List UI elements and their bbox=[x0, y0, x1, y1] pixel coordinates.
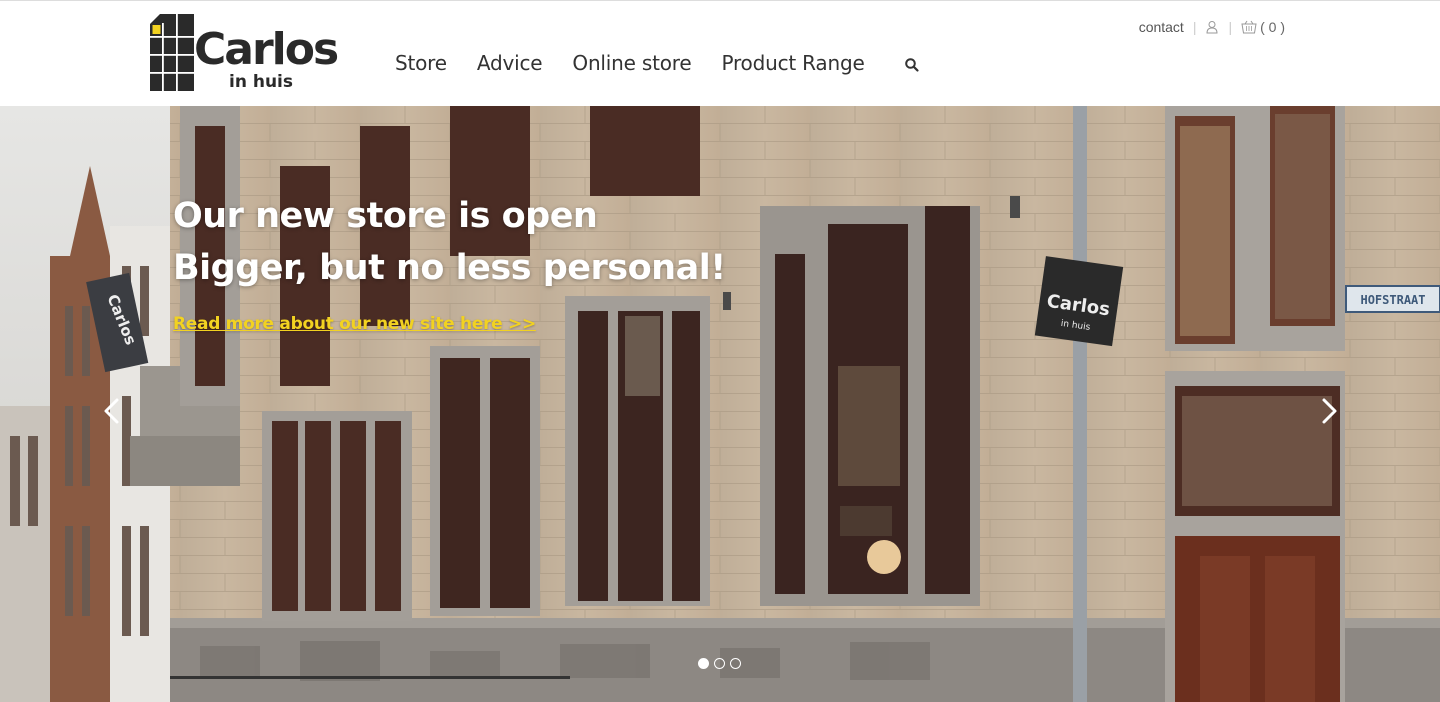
user-icon[interactable] bbox=[1205, 20, 1219, 34]
chevron-right-icon[interactable] bbox=[1314, 396, 1344, 426]
chevron-left-icon[interactable] bbox=[97, 396, 127, 426]
hero-slider: Carlos Carlos in huis HOFSTRAAT Our new … bbox=[0, 106, 1440, 702]
site-header: Carlos in huis Store Advice Online store… bbox=[0, 0, 1440, 106]
logo-sub: in huis bbox=[229, 72, 293, 92]
logo-word: Carlos bbox=[194, 24, 339, 75]
basket-icon bbox=[1241, 20, 1257, 34]
utility-bar: contact | | ( 0 ) bbox=[1139, 19, 1285, 35]
cart-button[interactable]: ( 0 ) bbox=[1241, 19, 1285, 35]
slider-dot-1[interactable] bbox=[698, 658, 709, 669]
main-nav: Store Advice Online store Product Range bbox=[395, 49, 865, 77]
read-more-link[interactable]: Read more about our new site here >> bbox=[173, 314, 536, 334]
logo-grid-icon bbox=[150, 14, 194, 91]
nav-item-advice[interactable]: Advice bbox=[477, 49, 543, 77]
separator: | bbox=[1192, 19, 1197, 35]
contact-link[interactable]: contact bbox=[1139, 19, 1184, 35]
separator: | bbox=[1228, 19, 1233, 35]
slider-dot-3[interactable] bbox=[730, 658, 741, 669]
nav-item-store[interactable]: Store bbox=[395, 49, 447, 77]
hero-headline-line-2: Bigger, but no less personal! bbox=[173, 248, 726, 288]
hero-headline-line-1: Our new store is open bbox=[173, 196, 598, 236]
street-sign-text: HOFSTRAAT bbox=[1360, 293, 1425, 307]
cart-count: ( 0 ) bbox=[1260, 19, 1285, 35]
nav-item-product-range[interactable]: Product Range bbox=[721, 49, 864, 77]
nav-item-online-store[interactable]: Online store bbox=[572, 49, 691, 77]
slider-dot-2[interactable] bbox=[714, 658, 725, 669]
search-icon[interactable] bbox=[904, 57, 920, 73]
slider-dots bbox=[698, 658, 741, 669]
logo[interactable]: Carlos in huis bbox=[150, 14, 350, 94]
hero-headline: Our new store is open Bigger, but no les… bbox=[173, 190, 726, 294]
